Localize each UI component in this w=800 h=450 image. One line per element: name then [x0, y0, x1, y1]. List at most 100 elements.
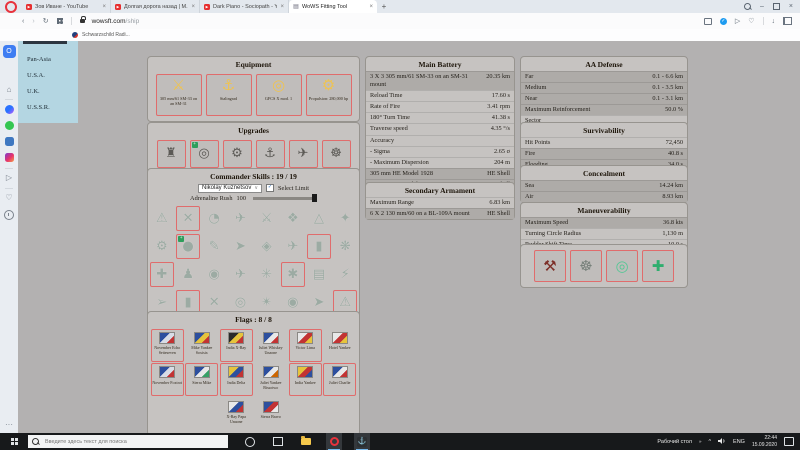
reload-icon[interactable]: ↻ — [43, 17, 49, 25]
skill-tile[interactable]: ◉ — [202, 262, 226, 287]
adrenaline-rush-slider[interactable] — [253, 197, 317, 200]
flag-tile[interactable]: India Delta — [220, 363, 253, 396]
equipment-tile[interactable]: ⚓Stalingrad — [206, 74, 252, 116]
consumable-tile[interactable]: ✚ — [642, 250, 674, 282]
skill-tile[interactable]: ▤ — [307, 262, 331, 287]
lock-icon[interactable] — [80, 19, 85, 23]
skill-tile[interactable]: ◔ — [202, 206, 226, 231]
tab-close-icon[interactable]: × — [369, 4, 373, 10]
skill-tile[interactable]: ✳ — [255, 262, 279, 287]
skill-tile[interactable]: ❋ — [333, 234, 357, 259]
taskbar-search-input[interactable] — [43, 438, 207, 446]
flag-tile[interactable]: Juliet Yankee Bissotwo — [254, 363, 287, 396]
back-icon[interactable]: ‹ — [22, 18, 24, 25]
hidden-icons-caret[interactable]: ^ — [708, 439, 711, 445]
commander-select[interactable]: Nikolay Kuznetsov ∨ — [198, 184, 262, 193]
sidebar-panel-icon[interactable] — [783, 17, 792, 25]
equipment-tile[interactable]: ◎GFCS X mod. 1 — [256, 74, 302, 116]
flag-tile[interactable]: India X-Ray — [220, 329, 253, 362]
skill-tile[interactable]: ⚡ — [333, 262, 357, 287]
skill-tile[interactable]: ❖ — [281, 206, 305, 231]
skill-tile[interactable]: ●+ — [176, 234, 200, 259]
browser-tab[interactable]: WoWS Fitting Tool× — [289, 0, 377, 13]
flag-tile[interactable]: India Yankee — [289, 363, 322, 396]
flag-tile[interactable]: Mike Yankee Soxisix — [185, 329, 218, 362]
flag-tile[interactable]: November Echo Setteseven — [151, 329, 184, 362]
my-flow-icon[interactable]: ▷ — [735, 17, 740, 25]
upgrade-tile[interactable]: ⚙ — [223, 140, 252, 168]
skill-tile[interactable]: ✦ — [333, 206, 357, 231]
skill-tile[interactable]: ✎ — [202, 234, 226, 259]
download-icon[interactable]: ↓ — [772, 18, 776, 25]
bookmark-heart-icon[interactable]: ♡ — [748, 17, 754, 25]
opera-menu-button[interactable] — [0, 0, 22, 13]
upgrade-tile[interactable]: ⚓ — [256, 140, 285, 168]
nation-menu-item[interactable]: U.K. — [18, 83, 78, 99]
telegram-button[interactable]: ▷ — [0, 174, 18, 182]
nation-menu-item[interactable]: U.S.S.R. — [18, 99, 78, 115]
browser-tab[interactable]: Dark Piano - Sociopath - Y...× — [200, 0, 289, 13]
speed-dial-icon[interactable] — [57, 18, 63, 24]
skill-tile[interactable]: ✱ — [281, 262, 305, 287]
upgrade-tile[interactable]: ♜ — [157, 140, 186, 168]
wows-taskbar-button[interactable]: ⚓ — [354, 433, 370, 450]
skill-tile[interactable]: ✈ — [229, 206, 253, 231]
home-button[interactable]: ⌂ — [0, 86, 18, 94]
flag-tile[interactable]: Sierra Bravo — [254, 398, 287, 431]
skill-tile[interactable]: ⚙ — [150, 234, 174, 259]
select-limit-checkbox[interactable]: ✓ — [266, 184, 274, 192]
new-tab-button[interactable]: + — [377, 0, 391, 13]
equipment-tile[interactable]: ⚔305 mm/61 SM-33 on an SM-31 — [156, 74, 202, 116]
consumable-tile[interactable]: ☸ — [570, 250, 602, 282]
close-icon[interactable]: × — [789, 3, 793, 10]
consumable-tile[interactable]: ◎ — [606, 250, 638, 282]
upgrade-tile[interactable]: ◎+ — [190, 140, 219, 168]
instagram-button[interactable] — [0, 153, 18, 162]
flag-tile[interactable]: Hotel Yankee — [323, 329, 356, 362]
slider-handle[interactable] — [312, 194, 317, 202]
messenger-button[interactable] — [0, 105, 18, 114]
flag-tile[interactable]: Juliet Charlie — [323, 363, 356, 396]
forward-icon[interactable]: › — [32, 18, 34, 25]
file-explorer-button[interactable] — [298, 433, 314, 450]
toolbar-expand-icon[interactable]: » — [699, 439, 702, 444]
skill-tile[interactable]: ◈ — [255, 234, 279, 259]
taskbar-search-box[interactable] — [28, 435, 228, 448]
flag-tile[interactable]: Sierra Mike — [185, 363, 218, 396]
flag-tile[interactable]: Victor Lima — [289, 329, 322, 362]
cortana-button[interactable] — [242, 433, 258, 450]
restore-icon[interactable] — [773, 3, 780, 10]
upgrade-tile[interactable]: ☸ — [322, 140, 351, 168]
nation-menu-item[interactable]: U.S.A. — [18, 67, 78, 83]
desktop-toolbar-label[interactable]: Рабочий стол — [657, 439, 692, 445]
tab-close-icon[interactable]: × — [280, 4, 284, 10]
snapshot-icon[interactable] — [704, 18, 712, 25]
skill-tile[interactable]: △ — [307, 206, 331, 231]
speed-dial-tile[interactable]: O — [0, 45, 18, 58]
search-icon[interactable] — [744, 3, 751, 10]
whatsapp-button[interactable] — [0, 121, 18, 130]
browser-tab[interactable]: Долгая дорога назад | M...× — [111, 0, 200, 13]
equipment-tile[interactable]: ⚙Propulsion: 280,000 hp — [306, 74, 352, 116]
skill-tile[interactable]: ⚔ — [255, 206, 279, 231]
skill-tile[interactable]: ✈ — [229, 262, 253, 287]
vk-button[interactable] — [0, 137, 18, 146]
sidebar-more-button[interactable]: ··· — [0, 421, 18, 429]
skill-tile[interactable]: ✈ — [281, 234, 305, 259]
task-view-button[interactable] — [270, 433, 286, 450]
volume-icon[interactable] — [718, 437, 726, 447]
skill-tile[interactable]: ➤ — [229, 234, 253, 259]
skill-tile[interactable]: ✚ — [150, 262, 174, 287]
skill-tile[interactable]: ⚠ — [150, 206, 174, 231]
action-center-icon[interactable] — [784, 437, 794, 446]
language-indicator[interactable]: ENG — [733, 439, 745, 445]
url-text[interactable]: wowsft.com/ship — [92, 18, 140, 25]
tab-close-icon[interactable]: × — [191, 4, 195, 10]
flag-tile[interactable]: X-Ray Papa Unaone — [220, 398, 253, 431]
opera-taskbar-button[interactable] — [326, 433, 342, 450]
flag-tile[interactable]: November Foxtrot — [151, 363, 184, 396]
nation-menu-item[interactable]: Pan-Asia — [18, 51, 78, 67]
minimize-icon[interactable]: – — [760, 3, 764, 10]
taskbar-clock[interactable]: 22:44 15.09.2020 — [752, 435, 777, 448]
flag-tile[interactable]: Juliet Whiskey Unaone — [254, 329, 287, 362]
